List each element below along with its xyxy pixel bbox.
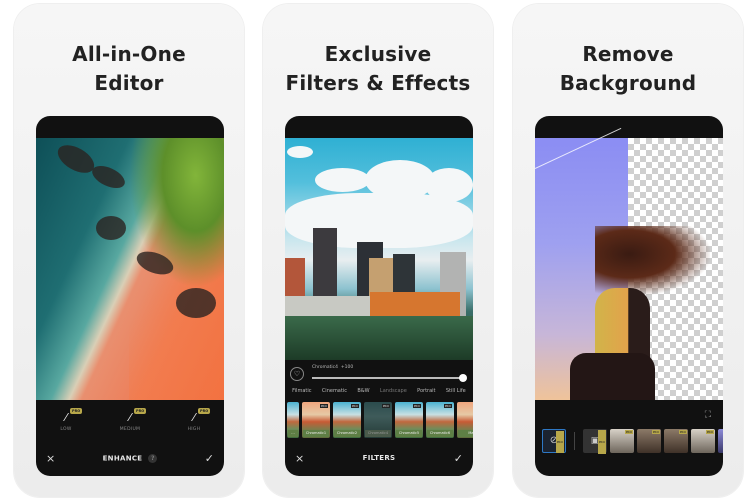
help-icon[interactable]: ? (148, 454, 158, 463)
toolbar-title: ENHANCE? (36, 454, 224, 463)
slider-thumb[interactable] (459, 374, 467, 382)
check-icon[interactable]: ✓ (205, 452, 214, 465)
tab-bw[interactable]: B&W (357, 388, 369, 394)
feature-title: Remove Background (513, 40, 743, 98)
title-line-2: Editor (94, 71, 164, 95)
tab-still-life[interactable]: Still Life (446, 388, 466, 394)
enhance-option-high[interactable]: ⁄ PRO HIGH (174, 408, 214, 432)
pro-badge: PRO (70, 408, 83, 414)
filter-category-tabs: Filmatic Cinematic B&W Landscape Portrai… (285, 388, 473, 394)
background-thumb[interactable]: PRO (664, 429, 688, 453)
favorite-heart-icon[interactable]: ♡ (290, 367, 304, 381)
tab-landscape[interactable]: Landscape (380, 388, 407, 394)
background-thumb[interactable]: PRO (610, 429, 634, 453)
filter-thumb-selected[interactable]: PRO Chromatic4 (364, 402, 392, 438)
title-line-2: Filters & Effects (285, 71, 471, 95)
add-image-button[interactable]: ▣ PRO (583, 429, 607, 454)
check-icon[interactable]: ✓ (454, 452, 463, 465)
enhance-option-label: HIGH (187, 427, 201, 432)
feature-card-remove-background: Remove Background ⛶ ⊘ PRO ▣ PRO PRO PRO PR… (513, 4, 743, 497)
enhance-option-low[interactable]: ⁄ PRO LOW (46, 408, 86, 432)
enhance-option-medium[interactable]: ⁄ PRO MEDIUM (110, 408, 150, 432)
filter-thumb[interactable]: … (287, 402, 299, 438)
photo-preview-beach (36, 138, 224, 400)
background-thumb[interactable] (718, 429, 723, 453)
filter-strength-slider[interactable] (312, 374, 467, 382)
photo-preview-portrait (535, 127, 723, 400)
filter-thumb[interactable]: PRO Chromatic6 (426, 402, 454, 438)
slider-fill (312, 377, 463, 379)
tab-portrait[interactable]: Portrait (417, 388, 435, 394)
title-line-1: All-in-One (72, 42, 186, 66)
feature-card-filters: Exclusive Filters & Effects ♡ Chromatic4… (263, 4, 493, 497)
filter-thumbnails: … PRO Chromatic1 PRO Chromatic2 PRO Chromat… (285, 402, 473, 438)
feature-card-editor: All-in-One Editor ⁄ PRO LOW ⁄ PRO MEDIUM (14, 4, 244, 497)
feature-title: All-in-One Editor (14, 40, 244, 98)
pro-badge: PRO (134, 408, 147, 414)
no-background-button[interactable]: ⊘ PRO (542, 429, 566, 453)
tab-cinematic[interactable]: Cinematic (322, 388, 347, 394)
enhance-options: ⁄ PRO LOW ⁄ PRO MEDIUM ⁄ PRO HIGH (36, 408, 224, 441)
pro-badge: PRO (198, 408, 211, 414)
filter-thumb[interactable]: PRO Chromatic1 (302, 402, 330, 438)
bottom-toolbar: × FILTERS ✓ (285, 446, 473, 476)
fit-screen-icon[interactable]: ⛶ (705, 410, 711, 420)
filter-thumb[interactable]: PRO Chromatic5 (395, 402, 423, 438)
title-line-1: Exclusive (324, 42, 432, 66)
tab-filmatic[interactable]: Filmatic (292, 388, 311, 394)
feature-title: Exclusive Filters & Effects (263, 40, 493, 98)
background-thumb[interactable]: PRO (691, 429, 715, 453)
title-line-2: Background (559, 71, 697, 95)
filter-strength-label: Chromatic4 +100 (312, 365, 354, 370)
phone-mockup: ⛶ ⊘ PRO ▣ PRO PRO PRO PRO PRO (535, 116, 723, 476)
title-line-1: Remove (582, 42, 674, 66)
enhance-option-label: MEDIUM (119, 427, 141, 432)
bottom-toolbar: × ENHANCE? ✓ (36, 446, 224, 476)
background-thumb[interactable]: PRO (637, 429, 661, 453)
filter-thumb[interactable]: Ma (457, 402, 473, 438)
phone-mockup: ⁄ PRO LOW ⁄ PRO MEDIUM ⁄ PRO HIGH × ENHA… (36, 116, 224, 476)
background-options: ⊘ PRO ▣ PRO PRO PRO PRO PRO (535, 428, 723, 454)
filter-thumb[interactable]: PRO Chromatic2 (333, 402, 361, 438)
photo-preview-city (285, 138, 473, 360)
toolbar-title: FILTERS (362, 454, 396, 462)
enhance-option-label: LOW (60, 427, 72, 432)
phone-mockup: ♡ Chromatic4 +100 Filmatic Cinematic B&W… (285, 116, 473, 476)
divider (574, 432, 575, 450)
